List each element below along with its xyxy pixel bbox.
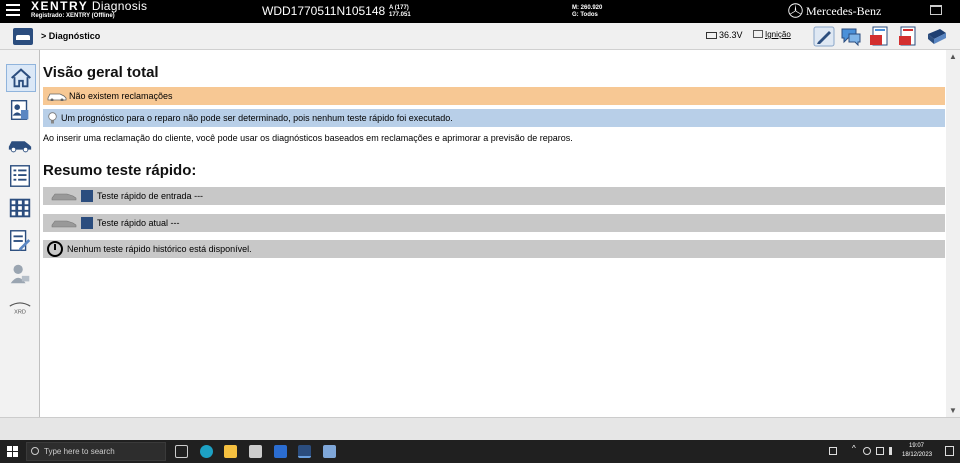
hamburger-menu-icon[interactable] (6, 4, 20, 18)
car-complaint-icon (47, 93, 67, 101)
vehicle-icon[interactable] (13, 28, 33, 45)
nav-customer-data[interactable] (6, 97, 36, 125)
pdf-report-icon[interactable] (896, 26, 918, 47)
battery-icon (706, 32, 717, 39)
mercedes-star-icon (788, 3, 803, 18)
nav-vehicle[interactable] (6, 131, 36, 159)
toolbar: > Diagnóstico 36.3V Ignição (0, 23, 960, 50)
tray-app-icon[interactable] (829, 447, 837, 455)
app-title: XENTRY Diagnosis (31, 0, 147, 13)
quicktest-icon (81, 217, 93, 229)
quicktest-entry-label: Teste rápido de entrada --- (97, 191, 204, 201)
vertical-scrollbar[interactable]: ▲ ▼ (946, 50, 960, 417)
nav-xrd[interactable]: XRD (6, 295, 36, 323)
app-title-rest: Diagnosis (91, 0, 148, 13)
xrd-icon: XRD (9, 302, 31, 316)
model-number: 177.051 (389, 12, 411, 18)
prognosis-bar: Um prognóstico para o reparo não pode se… (43, 109, 945, 127)
network-icon[interactable] (876, 447, 884, 455)
brand-name: Mercedes-Benz (806, 4, 882, 18)
pdf-document-icon[interactable] (868, 26, 890, 47)
list-icon (10, 165, 30, 187)
complaints-bar: Não existem reclamações (43, 87, 945, 105)
main-content: Visão geral total Não existem reclamaçõe… (41, 50, 946, 417)
app-header: XENTRY Diagnosis Registrado: XENTRY (Off… (0, 0, 960, 23)
chat-messages-icon[interactable] (840, 26, 862, 47)
breadcrumb: > Diagnóstico (41, 31, 101, 41)
search-icon (31, 447, 39, 455)
battery-voltage: 36.3V (706, 30, 743, 40)
page-title: Visão geral total (43, 64, 159, 81)
engine-code: M: 260.920 (572, 5, 603, 11)
scroll-up-icon[interactable]: ▲ (949, 52, 957, 61)
ignition-status[interactable]: Ignição (753, 30, 791, 39)
mail-icon[interactable] (249, 445, 262, 458)
xentry-taskbar-icon[interactable] (298, 445, 311, 458)
lightbulb-icon (48, 112, 57, 124)
manual-book-icon[interactable] (926, 26, 948, 47)
volume-icon[interactable] (889, 447, 897, 455)
taskbar-time[interactable]: 19:07 (909, 443, 924, 449)
left-navigation: XRD (0, 50, 40, 417)
scroll-down-icon[interactable]: ▼ (949, 406, 957, 415)
quicktest-current-row[interactable]: Teste rápido atual --- (43, 214, 945, 232)
ignition-icon (753, 30, 763, 38)
customer-document-icon (10, 100, 29, 120)
voltage-value: 36.3V (719, 30, 743, 40)
tray-chevron-up-icon[interactable]: ^ (852, 444, 856, 453)
quicktest-history-label: Nenhum teste rápido histórico está dispo… (67, 244, 252, 254)
quicktest-icon (81, 190, 93, 202)
complaint-info-text: Ao inserir uma reclamação do cliente, vo… (43, 133, 573, 143)
windows-taskbar: Type here to search ^ 19:07 18/12/2023 (0, 440, 960, 463)
prognosis-text: Um prognóstico para o reparo não pode se… (61, 113, 453, 123)
windows-start-icon[interactable] (7, 446, 18, 457)
quicktest-summary-title: Resumo teste rápido: (43, 162, 197, 179)
car-icon (8, 141, 32, 153)
clock-icon (47, 241, 63, 257)
quicktest-current-label: Teste rápido atual --- (97, 218, 180, 228)
window-restore-icon[interactable] (930, 5, 942, 15)
ignition-label: Ignição (765, 30, 791, 39)
car-silhouette-icon (51, 220, 77, 228)
nav-remote[interactable] (6, 261, 36, 289)
nav-reports[interactable] (6, 228, 36, 256)
report-edit-icon (10, 230, 31, 251)
taskbar-date[interactable]: 18/12/2023 (902, 452, 932, 458)
quicktest-history-row: Nenhum teste rápido histórico está dispo… (43, 240, 945, 258)
nav-home[interactable] (6, 64, 36, 92)
model-code: A (177) (389, 5, 409, 11)
car-silhouette-icon (51, 193, 77, 201)
nav-list[interactable] (6, 163, 36, 191)
notifications-icon[interactable] (945, 446, 954, 456)
vin-number: WDD1770511N105148 (262, 4, 386, 18)
control-units-grid-icon (9, 198, 31, 218)
taskbar-search[interactable]: Type here to search (26, 442, 166, 461)
tray-status-icon[interactable] (863, 447, 871, 455)
app-icon[interactable] (274, 445, 287, 458)
edit-pen-icon[interactable] (813, 26, 835, 47)
app-title-bold: XENTRY (31, 0, 89, 13)
edge-browser-icon[interactable] (200, 445, 213, 458)
task-view-icon[interactable] (175, 445, 188, 458)
home-icon (11, 68, 31, 88)
remote-support-icon (10, 264, 30, 284)
search-placeholder: Type here to search (44, 447, 115, 456)
app-icon-2[interactable] (323, 445, 336, 458)
file-explorer-icon[interactable] (224, 445, 237, 458)
status-footer (0, 417, 960, 440)
transmission-code: G: Todos (572, 12, 598, 18)
registration-status: Registrado: XENTRY (Offline) (31, 13, 115, 19)
nav-control-units[interactable] (6, 195, 36, 223)
complaints-text: Não existem reclamações (69, 91, 173, 101)
quicktest-entry-row[interactable]: Teste rápido de entrada --- (43, 187, 945, 205)
xrd-label: XRD (14, 310, 26, 316)
